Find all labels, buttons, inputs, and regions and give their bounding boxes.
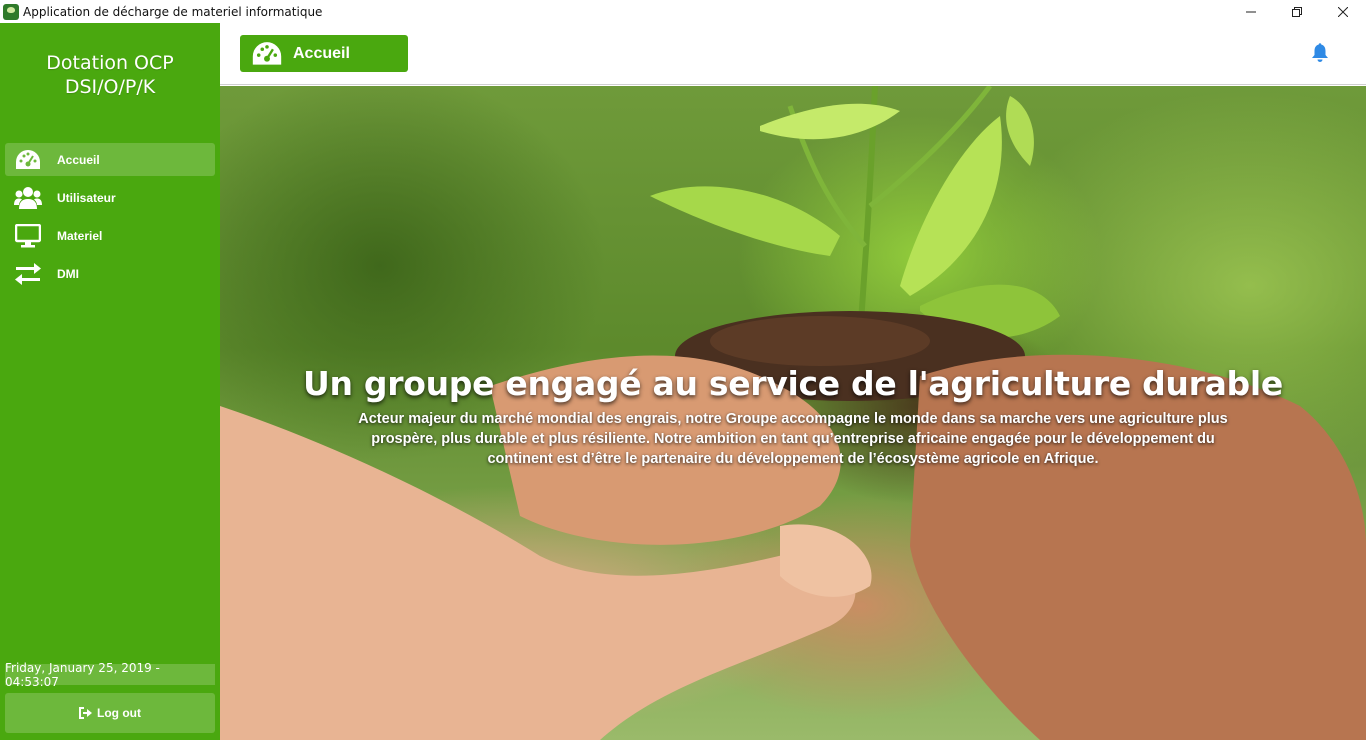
ocp-logo-icon bbox=[3, 3, 19, 20]
close-icon bbox=[1338, 6, 1348, 17]
window-controls bbox=[1228, 0, 1366, 23]
top-header: Accueil bbox=[220, 23, 1366, 85]
hero-description: Acteur majeur du marché mondial des engr… bbox=[338, 409, 1248, 469]
logout-button[interactable]: Log out bbox=[5, 693, 215, 733]
brand-title: Dotation OCP DSI/O/P/K bbox=[0, 51, 220, 99]
sign-out-icon bbox=[79, 707, 92, 719]
page-title: Accueil bbox=[293, 44, 350, 62]
sidebar-nav: Accueil Utilisateur Materiel DMI bbox=[5, 143, 215, 295]
dashboard-icon bbox=[251, 41, 283, 67]
bell-icon bbox=[1312, 43, 1328, 62]
restore-button[interactable] bbox=[1274, 0, 1320, 23]
window-titlebar: Application de décharge de materiel info… bbox=[0, 0, 1366, 23]
sidebar-item-accueil[interactable]: Accueil bbox=[5, 143, 215, 176]
minimize-icon bbox=[1246, 11, 1256, 12]
logout-label: Log out bbox=[97, 706, 141, 720]
restore-icon bbox=[1292, 6, 1302, 17]
page-title-badge: Accueil bbox=[240, 35, 408, 72]
hero-line: Acteur majeur du marché mondial des engr… bbox=[358, 411, 1228, 427]
sidebar-item-label: Accueil bbox=[57, 152, 100, 167]
sidebar-item-label: Utilisateur bbox=[57, 190, 116, 205]
exchange-arrows-icon bbox=[10, 262, 46, 285]
hero-banner: Un groupe engagé au service de l'agricul… bbox=[220, 86, 1366, 740]
sidebar: Dotation OCP DSI/O/P/K Accueil Utilisate… bbox=[0, 23, 220, 740]
sidebar-item-materiel[interactable]: Materiel bbox=[5, 219, 215, 252]
minimize-button[interactable] bbox=[1228, 0, 1274, 23]
brand-line1: Dotation OCP bbox=[46, 52, 174, 74]
users-icon bbox=[10, 186, 46, 210]
hero-line: continent est d’être le partenaire du dé… bbox=[487, 451, 1099, 467]
hero-title: Un groupe engagé au service de l'agricul… bbox=[303, 364, 1283, 403]
window-title: Application de décharge de materiel info… bbox=[23, 4, 323, 19]
sidebar-item-label: Materiel bbox=[57, 228, 103, 243]
dashboard-icon bbox=[10, 149, 46, 171]
hero-line: prospère, plus durable et plus résilient… bbox=[371, 431, 1215, 447]
close-button[interactable] bbox=[1320, 0, 1366, 23]
notification-button[interactable] bbox=[1311, 43, 1329, 63]
sidebar-item-label: DMI bbox=[57, 266, 79, 281]
brand-line2: DSI/O/P/K bbox=[64, 76, 156, 98]
datetime-display: Friday, January 25, 2019 - 04:53:07 bbox=[5, 661, 215, 689]
sidebar-item-utilisateur[interactable]: Utilisateur bbox=[5, 181, 215, 214]
monitor-icon bbox=[10, 223, 46, 248]
sidebar-item-dmi[interactable]: DMI bbox=[5, 257, 215, 290]
